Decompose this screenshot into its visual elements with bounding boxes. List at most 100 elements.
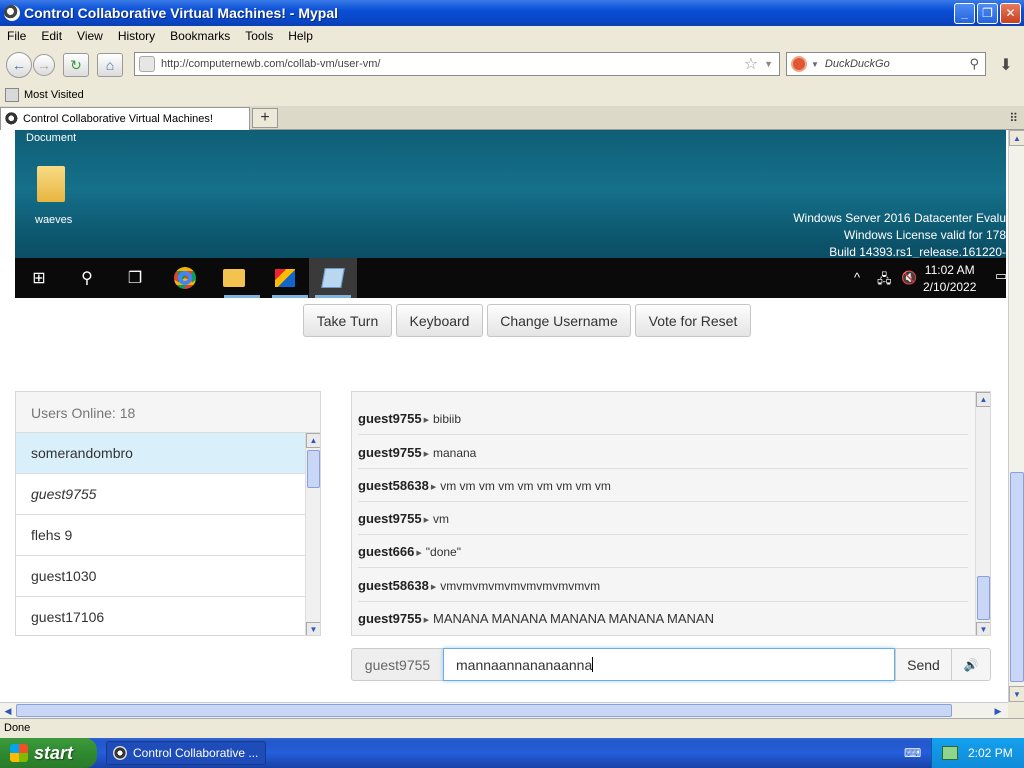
most-visited-bookmark[interactable]: Most Visited [24, 89, 84, 101]
scroll-down-icon[interactable]: ▼ [1009, 686, 1024, 702]
mypal-app-icon [4, 5, 20, 21]
scroll-down-icon[interactable]: ▼ [306, 622, 320, 635]
watermark-line: Windows License valid for 178 [843, 228, 1006, 242]
keyboard-button[interactable]: Keyboard [396, 304, 483, 337]
window-titlebar[interactable]: Control Collaborative Virtual Machines! … [0, 0, 1024, 26]
menu-history[interactable]: History [111, 29, 163, 43]
vm-folder-icon[interactable] [37, 166, 65, 202]
page-vertical-scrollbar[interactable]: ▲ ▼ [1008, 130, 1024, 702]
menu-help[interactable]: Help [281, 29, 321, 43]
menu-bookmarks[interactable]: Bookmarks [163, 29, 238, 43]
send-button[interactable]: Send [895, 648, 952, 681]
menu-view[interactable]: View [70, 29, 111, 43]
maximize-button[interactable]: ❐ [977, 2, 998, 24]
start-label: start [34, 742, 74, 763]
taskbar-item-browser[interactable]: Control Collaborative ... [106, 741, 266, 765]
vm-volume-muted-icon[interactable]: 🔇 [901, 270, 917, 286]
page-hscroll-thumb[interactable] [16, 704, 952, 717]
chat-text: vmvmvmvmvmvmvmvmvmvm [440, 579, 601, 593]
user-list-item[interactable]: guest9755 [16, 474, 305, 515]
url-text[interactable]: http://computernewb.com/collab-vm/user-v… [161, 58, 744, 70]
network-tray-icon[interactable] [942, 746, 958, 760]
vm-paint-icon[interactable] [273, 266, 297, 290]
search-icon[interactable]: ⚲ [969, 56, 979, 72]
tray-clock[interactable]: 2:02 PM [968, 746, 1013, 760]
vm-clock[interactable]: 11:02 AM 2/10/2022 [923, 262, 976, 296]
bookmark-star-icon[interactable]: ☆ [744, 54, 758, 74]
chat-input-text[interactable]: mannaannananaanna [456, 657, 592, 673]
duckduckgo-icon[interactable] [791, 56, 807, 72]
site-identity-icon[interactable] [139, 56, 155, 72]
user-list-item[interactable]: somerandombro [16, 433, 305, 474]
tab-collab-vm[interactable]: Control Collaborative Virtual Machines! [0, 107, 250, 130]
downloads-button[interactable]: ⬇ [994, 54, 1018, 76]
url-bar[interactable]: http://computernewb.com/collab-vm/user-v… [134, 52, 780, 76]
scroll-left-icon[interactable]: ◀ [0, 703, 16, 719]
scroll-up-icon[interactable]: ▲ [976, 392, 990, 407]
chat-username: guest9755 [358, 445, 422, 460]
back-button[interactable]: ← [6, 52, 32, 78]
users-scrollbar[interactable]: ▲ ▼ [305, 433, 320, 635]
vm-network-icon[interactable]: 🖧 [877, 270, 892, 292]
scroll-right-icon[interactable]: ▶ [990, 703, 1006, 719]
user-list-item[interactable]: guest17106 [16, 597, 305, 635]
vm-chrome-icon[interactable] [173, 266, 197, 290]
bookmarks-toolbar: Most Visited [0, 84, 1024, 106]
vm-tray-chevron-icon[interactable]: ^ [854, 270, 860, 285]
forward-button[interactable]: → [33, 54, 55, 76]
chat-input[interactable]: mannaannananaanna [443, 648, 895, 681]
vm-task-view-icon[interactable]: ❐ [123, 266, 147, 290]
chat-message: guest9755 ▶ manana [358, 436, 968, 469]
menu-file[interactable]: File [0, 29, 34, 43]
vm-start-windows-icon[interactable]: ⊞ [27, 266, 51, 290]
start-button[interactable]: start [0, 738, 97, 768]
vm-notepad-icon[interactable] [321, 266, 345, 290]
chat-text: vm vm vm vm vm vm vm vm vm [440, 479, 611, 493]
bookmark-folder-icon [5, 88, 19, 102]
search-engine-dropdown-icon[interactable]: ▼ [811, 60, 819, 69]
change-username-button[interactable]: Change Username [487, 304, 631, 337]
chat-arrow-icon: ▶ [423, 617, 429, 624]
url-dropdown-icon[interactable]: ▼ [764, 59, 773, 69]
reload-button[interactable]: ↻ [63, 53, 89, 77]
text-caret [592, 657, 594, 672]
new-tab-button[interactable]: + [252, 108, 278, 128]
minimize-button[interactable]: _ [954, 2, 975, 24]
chat-arrow-icon: ▶ [416, 550, 422, 557]
chat-scrollbar[interactable]: ▲ ▼ [975, 392, 990, 635]
keyboard-layout-icon[interactable]: ⌨ [904, 746, 921, 760]
close-button[interactable]: ✕ [1000, 2, 1021, 24]
vm-notifications-icon[interactable]: ▭ [995, 268, 1006, 284]
search-bar[interactable]: ▼ DuckDuckGo ⚲ [786, 52, 986, 76]
user-list-item[interactable]: guest1030 [16, 556, 305, 597]
scroll-up-icon[interactable]: ▲ [306, 433, 320, 448]
chat-username: guest58638 [358, 478, 429, 493]
page-horizontal-scrollbar[interactable]: ◀ ▶ [0, 702, 1008, 718]
chat-scroll-thumb[interactable] [977, 576, 990, 620]
scroll-up-icon[interactable]: ▲ [1009, 130, 1024, 146]
vm-clock-date: 2/10/2022 [923, 280, 977, 294]
page-content: Document waeves Windows Server 2016 Data… [0, 130, 1008, 702]
chat-arrow-icon: ▶ [423, 517, 429, 524]
user-list-item[interactable]: flehs 9 [16, 515, 305, 556]
speaker-button[interactable]: 🔊 [951, 648, 991, 681]
window-controls: _ ❐ ✕ [954, 2, 1021, 24]
vm-desktop-document-label: Document [26, 132, 77, 144]
users-online-header: Users Online: 18 [16, 392, 320, 433]
chat-text: MANANA MANANA MANANA MANANA MANAN [432, 611, 714, 626]
take-turn-button[interactable]: Take Turn [303, 304, 392, 337]
home-button[interactable]: ⌂ [97, 53, 123, 77]
page-scroll-thumb[interactable] [1010, 472, 1024, 682]
vote-reset-button[interactable]: Vote for Reset [635, 304, 751, 337]
vm-folder-label: waeves [35, 214, 73, 226]
vm-screen[interactable]: Document waeves Windows Server 2016 Data… [15, 130, 1006, 298]
tab-list-icon[interactable]: ⠿ [1009, 111, 1018, 125]
scroll-down-icon[interactable]: ▼ [976, 622, 990, 635]
users-scroll-thumb[interactable] [307, 450, 320, 488]
menu-edit[interactable]: Edit [34, 29, 70, 43]
menu-tools[interactable]: Tools [238, 29, 281, 43]
chat-text: bibiib [432, 412, 462, 426]
search-input[interactable]: DuckDuckGo [825, 58, 970, 70]
vm-search-icon[interactable]: ⚲ [75, 266, 99, 290]
vm-file-explorer-icon[interactable] [222, 266, 246, 290]
